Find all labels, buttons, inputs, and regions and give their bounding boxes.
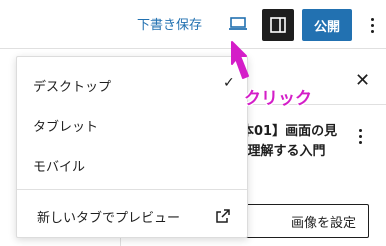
menu-item-preview-new-tab[interactable]: 新しいタブでプレビュー: [17, 198, 247, 234]
save-draft-button[interactable]: 下書き保存: [137, 14, 202, 33]
set-featured-image-button[interactable]: 画像を設定: [233, 204, 369, 238]
post-actions-button[interactable]: [357, 124, 363, 148]
more-options-button[interactable]: [364, 11, 380, 39]
publish-button[interactable]: 公開: [302, 9, 352, 41]
more-vertical-icon-dot: [358, 140, 362, 144]
menu-item-mobile[interactable]: モバイル: [17, 147, 247, 183]
sidebar-icon: [270, 17, 286, 33]
more-vertical-icon-dot: [370, 17, 374, 21]
editor-toolbar: 下書き保存 公開: [0, 0, 386, 49]
post-title-summary: 本01】画面の見 ｹ理解する入門: [241, 122, 359, 162]
click-annotation: クリック: [244, 89, 312, 109]
more-vertical-icon-dot: [370, 29, 374, 33]
menu-item-tablet[interactable]: タブレット: [17, 107, 247, 143]
more-vertical-icon-dot: [358, 128, 362, 132]
post-title-line: 本01】画面の見: [241, 124, 338, 139]
pointer-arrow-icon: [231, 41, 249, 79]
post-title-line: ｹ理解する入門: [241, 144, 326, 159]
close-icon[interactable]: ✕: [355, 70, 370, 91]
preview-dropdown-menu: デスクトップ ✓ タブレット モバイル 新しいタブでプレビュー: [16, 56, 248, 238]
menu-item-label: デスクトップ: [33, 79, 112, 95]
menu-divider: [17, 189, 247, 190]
preview-button[interactable]: [224, 10, 252, 38]
more-vertical-icon-dot: [370, 23, 374, 27]
menu-item-desktop[interactable]: デスクトップ ✓: [17, 67, 247, 103]
desktop-icon: [229, 17, 247, 30]
menu-item-label: 新しいタブでプレビュー: [37, 210, 181, 226]
menu-item-label: モバイル: [33, 159, 86, 175]
menu-item-label: タブレット: [33, 119, 99, 135]
external-link-icon: [216, 209, 230, 223]
more-vertical-icon-dot: [358, 134, 362, 138]
settings-toggle-button[interactable]: [262, 9, 294, 41]
